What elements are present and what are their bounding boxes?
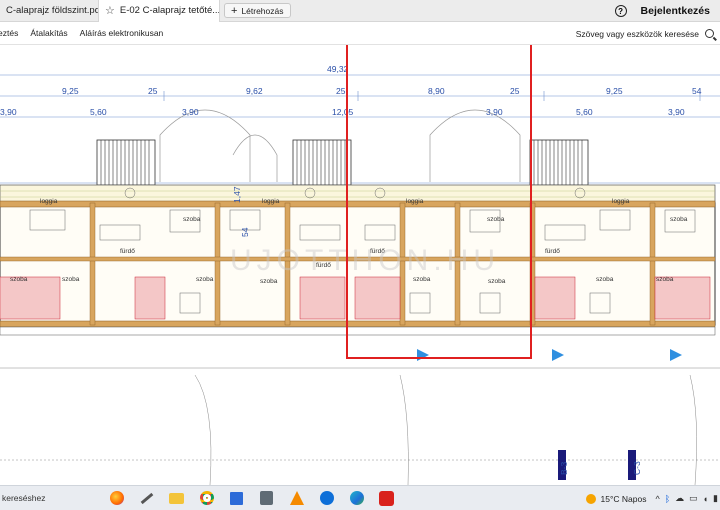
search-icon[interactable]	[705, 29, 714, 38]
firefox-icon[interactable]	[105, 489, 128, 508]
bluetooth-icon[interactable]: ᛒ	[665, 494, 670, 504]
svg-text:54: 54	[240, 227, 250, 237]
cloud-icon[interactable]: ☁	[675, 493, 684, 504]
tab-label: C-alaprajz földszint.pdf	[6, 5, 98, 16]
new-tab-button[interactable]: + Létrehozás	[224, 3, 291, 18]
svg-text:loggia: loggia	[612, 198, 630, 205]
vlc-icon[interactable]	[285, 489, 308, 508]
login-button[interactable]: Bejelentkezés	[641, 5, 710, 17]
chevron-up-icon[interactable]: ^	[655, 494, 659, 504]
calculator-icon[interactable]	[255, 489, 278, 508]
svg-text:3,90: 3,90	[0, 107, 17, 117]
teamviewer-icon[interactable]	[315, 489, 338, 508]
header-right: ? Bejelentkezés	[614, 0, 710, 22]
svg-text:25: 25	[148, 86, 158, 96]
hatched-blocks	[96, 139, 589, 186]
svg-text:12,05: 12,05	[332, 107, 354, 117]
svg-text:szoba: szoba	[488, 278, 506, 285]
svg-text:3,90: 3,90	[668, 107, 685, 117]
svg-text:3,90: 3,90	[182, 107, 199, 117]
svg-text:9,25: 9,25	[606, 86, 623, 96]
svg-text:25: 25	[510, 86, 520, 96]
tab-label: E-02 C-alaprajz tetőté...	[119, 5, 220, 16]
sun-icon	[585, 493, 596, 504]
system-tray: 15°C Napos ^ ᛒ ☁ ▭ ◖ ▮	[585, 486, 718, 510]
section-marks: B-3 C-3	[558, 450, 642, 480]
svg-text:5,60: 5,60	[90, 107, 107, 117]
svg-text:szoba: szoba	[196, 276, 214, 283]
svg-text:szoba: szoba	[487, 216, 505, 223]
svg-text:szoba: szoba	[413, 276, 431, 283]
chrome-icon[interactable]	[195, 489, 218, 508]
watermark: UJOTTHON.HU	[230, 244, 500, 277]
pdf-document-view[interactable]: loggia loggia loggia loggia szoba szoba …	[0, 45, 720, 485]
network-icon[interactable]: ▭	[689, 493, 698, 504]
lower-lines	[0, 367, 720, 485]
svg-text:szoba: szoba	[596, 276, 614, 283]
browser-tab-bar: C-alaprajz földszint.pdf ☆ E-02 C-alapra…	[0, 0, 720, 22]
tab-pdf-tetoter[interactable]: ☆ E-02 C-alaprajz tetőté... ×	[98, 0, 220, 22]
weather-text[interactable]: 15°C Napos	[601, 494, 647, 504]
svg-text:szoba: szoba	[656, 276, 674, 283]
help-icon[interactable]: ?	[614, 5, 627, 17]
tab-pdf-foldszint[interactable]: C-alaprajz földszint.pdf	[0, 0, 98, 22]
axis-marker-triangle	[552, 349, 564, 361]
svg-text:loggia: loggia	[262, 198, 280, 205]
svg-text:fürdő: fürdő	[120, 248, 135, 255]
toolbar-item-convert[interactable]: Átalakítás	[30, 28, 67, 38]
windows-taskbar: kereséshez 15°C Napos ^ ᛒ ☁ ▭ ◖ ▮	[0, 485, 720, 510]
toolbar-item-esign[interactable]: Aláírás elektronikusan	[80, 28, 164, 38]
svg-text:szoba: szoba	[62, 276, 80, 283]
plus-icon: +	[231, 4, 238, 17]
svg-text:szoba: szoba	[260, 278, 278, 285]
edge-icon[interactable]	[345, 489, 368, 508]
star-icon[interactable]: ☆	[105, 4, 115, 17]
svg-text:9,62: 9,62	[246, 86, 263, 96]
tool-search[interactable]: Szöveg vagy eszközök keresése	[576, 22, 714, 45]
svg-text:1,47: 1,47	[232, 186, 242, 203]
svg-text:fürdő: fürdő	[545, 248, 560, 255]
toolbar-item-edit[interactable]: eztés	[0, 28, 18, 38]
svg-text:szoba: szoba	[10, 276, 28, 283]
axis-marker-triangle	[417, 349, 429, 361]
search-label: Szöveg vagy eszközök keresése	[575, 28, 699, 39]
axis-marker-triangle	[670, 349, 682, 361]
svg-text:5,60: 5,60	[576, 107, 593, 117]
acrobat-icon[interactable]	[375, 489, 398, 508]
svg-text:54: 54	[692, 86, 702, 96]
acrobat-toolbar: eztés Átalakítás Aláírás elektronikusan …	[0, 22, 720, 45]
taskbar-search[interactable]: kereséshez	[0, 486, 105, 510]
taskbar-search-text: kereséshez	[2, 493, 46, 503]
save-icon[interactable]	[225, 489, 248, 508]
svg-text:3,90: 3,90	[486, 107, 503, 117]
svg-text:szoba: szoba	[670, 216, 688, 223]
folder-icon[interactable]	[165, 489, 188, 508]
pen-tool-icon[interactable]	[135, 489, 158, 508]
svg-text:9,25: 9,25	[62, 86, 79, 96]
svg-text:25: 25	[336, 86, 346, 96]
volume-icon[interactable]: ◖	[703, 494, 708, 504]
svg-text:loggia: loggia	[40, 198, 58, 205]
svg-text:B-3: B-3	[559, 462, 569, 476]
svg-text:8,90: 8,90	[428, 86, 445, 96]
svg-text:C-3: C-3	[632, 461, 642, 475]
svg-text:49,32: 49,32	[327, 64, 349, 74]
new-tab-label: Létrehozás	[241, 5, 284, 16]
floor-plan-drawing: loggia loggia loggia loggia szoba szoba …	[0, 45, 720, 485]
battery-icon[interactable]: ▮	[713, 493, 718, 504]
screen: C-alaprajz földszint.pdf ☆ E-02 C-alapra…	[0, 0, 720, 510]
svg-text:szoba: szoba	[183, 216, 201, 223]
svg-text:loggia: loggia	[406, 198, 424, 205]
axis-markers	[417, 349, 682, 361]
